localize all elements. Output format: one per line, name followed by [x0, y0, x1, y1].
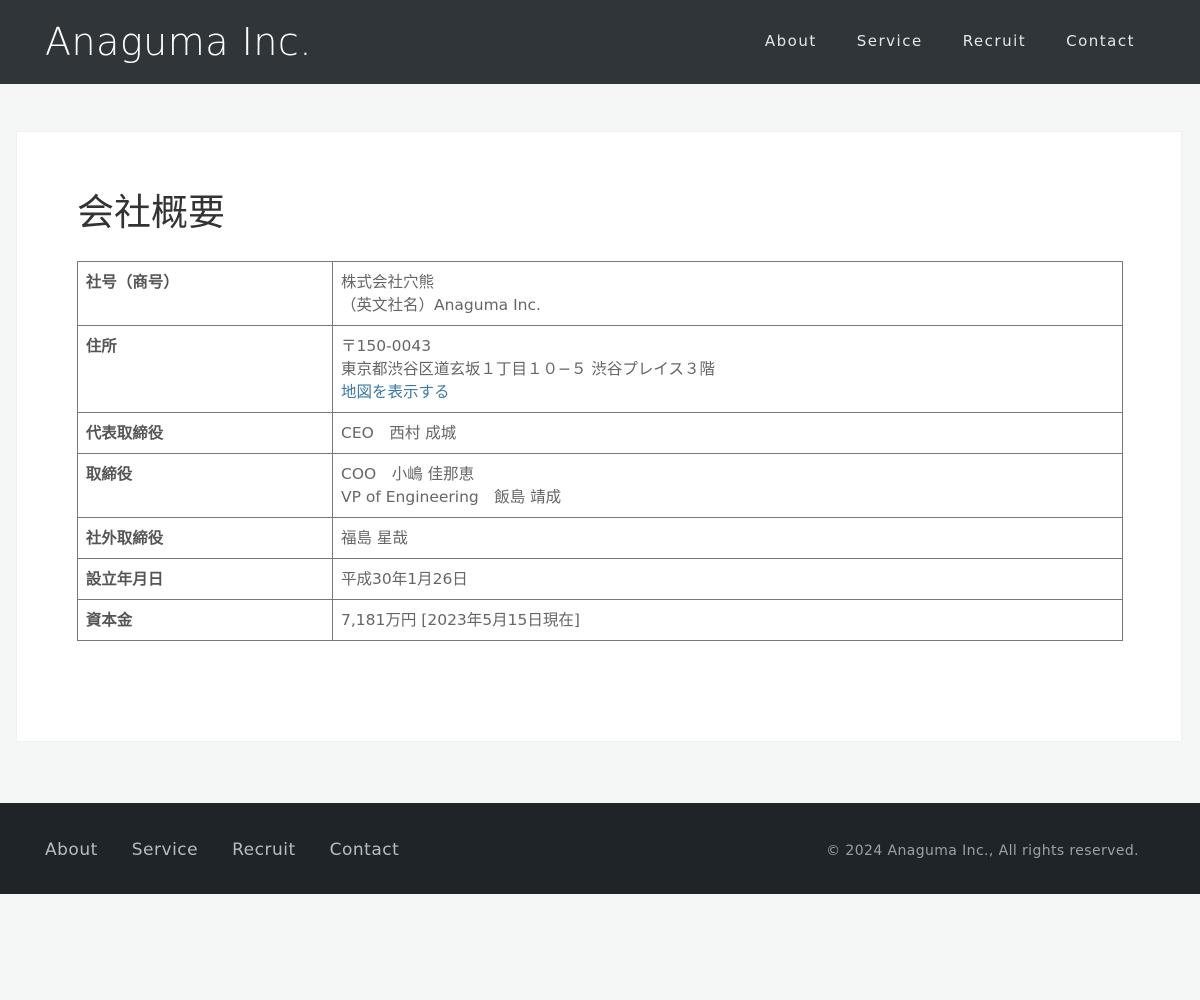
nav-link-contact[interactable]: Contact [1066, 31, 1135, 51]
footer-link-service[interactable]: Service [132, 839, 198, 861]
row-value: 〒150-0043 東京都渋谷区道玄坂１丁目１０−５ 渋谷プレイス３階 地図を表… [332, 325, 1123, 413]
footer-link-recruit[interactable]: Recruit [232, 839, 296, 861]
copyright-text: © 2024 Anaguma Inc., All rights reserved… [826, 843, 1139, 859]
nav-link-service[interactable]: Service [857, 31, 923, 51]
capital-amount: 7,181万円 [2023年5月15日現在] [341, 611, 580, 629]
row-label: 住所 [77, 325, 333, 413]
row-label: 社号（商号） [77, 261, 333, 326]
row-value: 福島 星哉 [332, 517, 1123, 559]
company-name-ja: 株式会社穴熊 [341, 273, 435, 291]
row-value: 平成30年1月26日 [332, 558, 1123, 600]
row-value: COO 小嶋 佳那恵 VP of Engineering 飯島 靖成 [332, 453, 1123, 518]
outside-director-name: 福島 星哉 [341, 529, 408, 547]
site-footer: About Service Recruit Contact © 2024 Ana… [0, 803, 1200, 894]
footer-link-contact[interactable]: Contact [330, 839, 400, 861]
row-value: CEO 西村 成城 [332, 412, 1123, 454]
table-row-outside-director: 社外取締役 福島 星哉 [77, 517, 1123, 559]
site-logo[interactable]: Anaguma Inc. [45, 20, 312, 64]
show-map-link[interactable]: 地図を表示する [341, 381, 1114, 404]
company-overview-card: 会社概要 社号（商号） 株式会社穴熊 （英文社名）Anaguma Inc. 住所… [16, 131, 1182, 742]
row-label: 取締役 [77, 453, 333, 518]
table-row-address: 住所 〒150-0043 東京都渋谷区道玄坂１丁目１０−５ 渋谷プレイス３階 地… [77, 325, 1123, 413]
footer-link-about[interactable]: About [45, 839, 98, 861]
vp-engineering-name: VP of Engineering 飯島 靖成 [341, 488, 562, 506]
table-row-representative: 代表取締役 CEO 西村 成城 [77, 412, 1123, 454]
nav-link-recruit[interactable]: Recruit [963, 31, 1026, 51]
footer-nav: About Service Recruit Contact [45, 839, 399, 861]
ceo-name: CEO 西村 成城 [341, 424, 457, 442]
page-title: 会社概要 [77, 191, 225, 234]
company-info-table: 社号（商号） 株式会社穴熊 （英文社名）Anaguma Inc. 住所 〒150… [77, 261, 1123, 641]
row-label: 設立年月日 [77, 558, 333, 600]
row-value: 7,181万円 [2023年5月15日現在] [332, 599, 1123, 641]
row-label: 資本金 [77, 599, 333, 641]
table-row-company-name: 社号（商号） 株式会社穴熊 （英文社名）Anaguma Inc. [77, 261, 1123, 326]
coo-name: COO 小嶋 佳那恵 [341, 465, 475, 483]
table-row-capital: 資本金 7,181万円 [2023年5月15日現在] [77, 599, 1123, 641]
header-nav: About Service Recruit Contact [765, 31, 1135, 51]
table-row-established: 設立年月日 平成30年1月26日 [77, 558, 1123, 600]
row-label: 代表取締役 [77, 412, 333, 454]
nav-link-about[interactable]: About [765, 31, 817, 51]
table-row-directors: 取締役 COO 小嶋 佳那恵 VP of Engineering 飯島 靖成 [77, 453, 1123, 518]
site-header: Anaguma Inc. About Service Recruit Conta… [0, 0, 1200, 84]
company-name-en: （英文社名）Anaguma Inc. [341, 296, 541, 314]
postal-code: 〒150-0043 [341, 337, 432, 355]
street-address: 東京都渋谷区道玄坂１丁目１０−５ 渋谷プレイス３階 [341, 360, 715, 378]
row-value: 株式会社穴熊 （英文社名）Anaguma Inc. [332, 261, 1123, 326]
established-date: 平成30年1月26日 [341, 570, 468, 588]
row-label: 社外取締役 [77, 517, 333, 559]
